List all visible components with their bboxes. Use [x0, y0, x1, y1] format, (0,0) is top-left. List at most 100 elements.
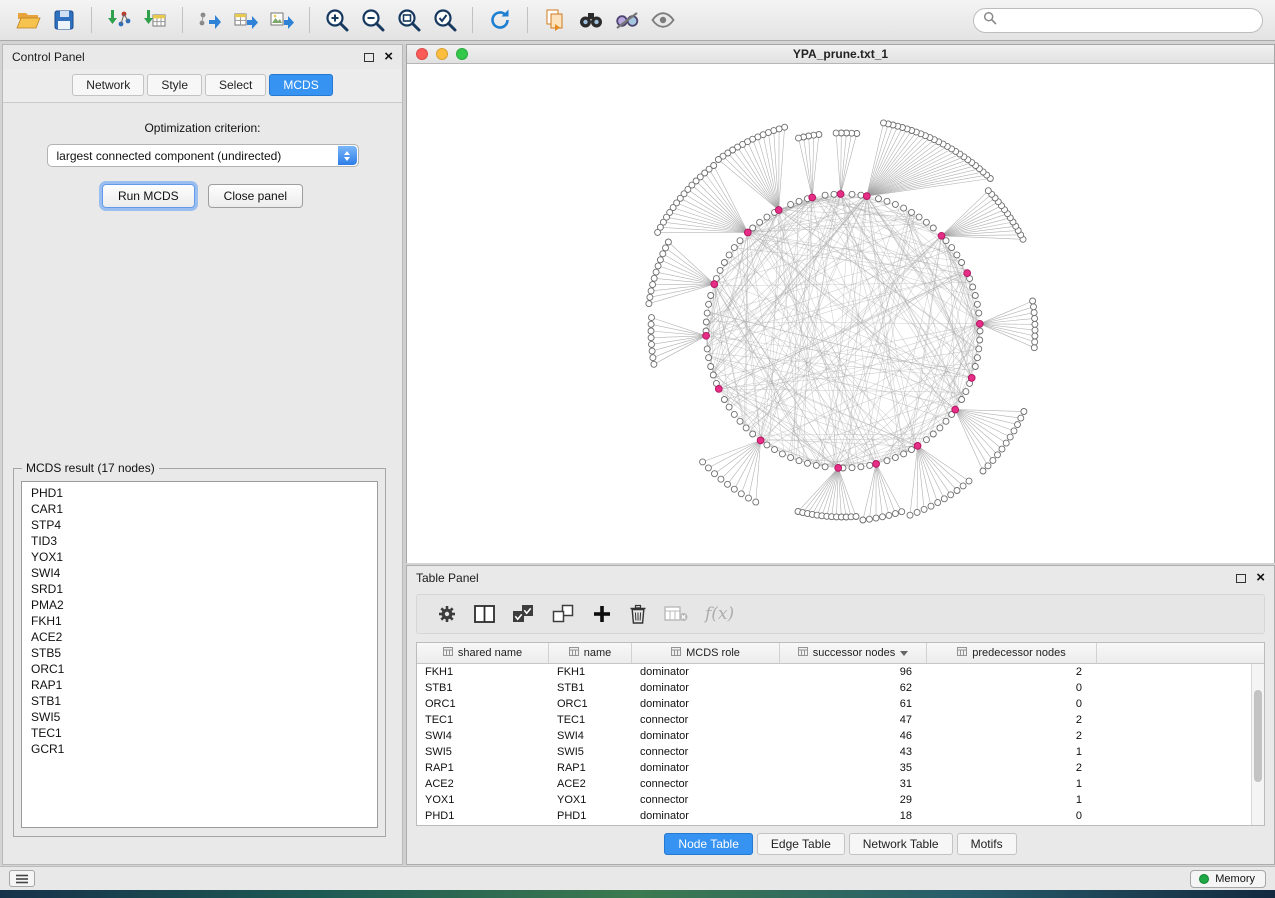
- result-list-item[interactable]: SWI4: [22, 565, 377, 581]
- result-list-item[interactable]: ACE2: [22, 629, 377, 645]
- network-titlebar[interactable]: YPA_prune.txt_1: [407, 45, 1274, 64]
- clone-network-icon[interactable]: [539, 4, 571, 36]
- import-network-icon[interactable]: [103, 4, 135, 36]
- table-cell: 0: [927, 698, 1097, 710]
- result-list-item[interactable]: TID3: [22, 533, 377, 549]
- table-row[interactable]: ORC1ORC1dominator610: [417, 696, 1264, 712]
- result-list-item[interactable]: STB5: [22, 645, 377, 661]
- mcds-result-list[interactable]: PHD1CAR1STP4TID3YOX1SWI4SRD1PMA2FKH1ACE2…: [21, 481, 378, 828]
- search-box[interactable]: [973, 8, 1263, 33]
- tab-network-table[interactable]: Network Table: [849, 833, 953, 855]
- table-bottom-tabs: Node TableEdge TableNetwork TableMotifs: [407, 833, 1274, 855]
- tab-motifs[interactable]: Motifs: [957, 833, 1017, 855]
- result-list-item[interactable]: YOX1: [22, 549, 377, 565]
- table-row[interactable]: FKH1FKH1dominator962: [417, 664, 1264, 680]
- network-canvas[interactable]: [407, 64, 1274, 563]
- table-cell: 1: [927, 778, 1097, 790]
- table-row[interactable]: TEC1TEC1connector472: [417, 712, 1264, 728]
- table-cell: 18: [780, 810, 927, 822]
- network-window-title: YPA_prune.txt_1: [793, 47, 888, 61]
- table-cell: RAP1: [549, 762, 632, 774]
- zoom-selected-icon[interactable]: [429, 4, 461, 36]
- add-column-icon[interactable]: [592, 604, 612, 624]
- export-table-icon[interactable]: [230, 4, 262, 36]
- result-list-item[interactable]: CAR1: [22, 501, 377, 517]
- result-list-item[interactable]: FKH1: [22, 613, 377, 629]
- tab-node-table[interactable]: Node Table: [664, 833, 753, 855]
- criterion-dropdown[interactable]: largest connected component (undirected): [47, 144, 359, 167]
- first-neighbors-icon[interactable]: [575, 4, 607, 36]
- table-toolbar: f(x): [416, 594, 1265, 634]
- zoom-in-icon[interactable]: [321, 4, 353, 36]
- table-row[interactable]: PHD1PHD1dominator180: [417, 808, 1264, 824]
- table-cell: RAP1: [417, 762, 549, 774]
- table-cell: SWI4: [549, 730, 632, 742]
- maximize-window-icon[interactable]: [456, 48, 468, 60]
- deselect-all-rows-icon[interactable]: [552, 604, 575, 624]
- hide-selected-icon[interactable]: [611, 4, 643, 36]
- tab-edge-table[interactable]: Edge Table: [757, 833, 845, 855]
- scrollbar-thumb[interactable]: [1254, 690, 1262, 782]
- result-list-item[interactable]: ORC1: [22, 661, 377, 677]
- table-cell: TEC1: [549, 714, 632, 726]
- result-list-item[interactable]: SRD1: [22, 581, 377, 597]
- result-list-item[interactable]: STP4: [22, 517, 377, 533]
- mcds-result-title: MCDS result (17 nodes): [22, 461, 159, 475]
- table-header: shared namenameMCDS rolesuccessor nodesp…: [417, 643, 1264, 664]
- save-session-icon[interactable]: [48, 4, 80, 36]
- select-all-rows-icon[interactable]: [512, 604, 535, 624]
- result-list-item[interactable]: GCR1: [22, 741, 377, 757]
- open-file-icon[interactable]: [12, 4, 44, 36]
- criterion-dropdown-value: largest connected component (undirected): [57, 149, 282, 163]
- table-cell: 2: [927, 714, 1097, 726]
- zoom-fit-icon[interactable]: [393, 4, 425, 36]
- export-network-icon[interactable]: [194, 4, 226, 36]
- table-row[interactable]: SWI5SWI5connector431: [417, 744, 1264, 760]
- zoom-out-icon[interactable]: [357, 4, 389, 36]
- dropdown-stepper-icon[interactable]: [338, 146, 357, 165]
- delete-column-icon[interactable]: [629, 604, 647, 625]
- tab-style[interactable]: Style: [147, 74, 202, 96]
- table-cell: 1: [927, 794, 1097, 806]
- close-panel-icon[interactable]: ×: [1256, 573, 1265, 583]
- result-list-item[interactable]: STB1: [22, 693, 377, 709]
- refresh-layout-icon[interactable]: [484, 4, 516, 36]
- minimize-window-icon[interactable]: [436, 48, 448, 60]
- close-panel-button[interactable]: Close panel: [208, 184, 303, 208]
- result-list-item[interactable]: RAP1: [22, 677, 377, 693]
- tab-network[interactable]: Network: [72, 74, 144, 96]
- tab-select[interactable]: Select: [205, 74, 266, 96]
- search-input[interactable]: [1003, 13, 1253, 27]
- table-row[interactable]: STB1STB1dominator620: [417, 680, 1264, 696]
- column-header-predecessor-nodes[interactable]: predecessor nodes: [927, 643, 1097, 663]
- column-header-successor-nodes[interactable]: successor nodes: [780, 643, 927, 663]
- column-header-shared-name[interactable]: shared name: [417, 643, 549, 663]
- show-column-icon[interactable]: [474, 605, 495, 623]
- show-all-icon[interactable]: [647, 4, 679, 36]
- column-header-MCDS-role[interactable]: MCDS role: [632, 643, 780, 663]
- tab-mcds[interactable]: MCDS: [269, 74, 332, 96]
- export-image-icon[interactable]: [266, 4, 298, 36]
- table-vertical-scrollbar[interactable]: [1251, 664, 1264, 825]
- close-window-icon[interactable]: [416, 48, 428, 60]
- memory-button[interactable]: Memory: [1190, 870, 1266, 888]
- table-row[interactable]: YOX1YOX1connector291: [417, 792, 1264, 808]
- table-row[interactable]: SWI4SWI4dominator462: [417, 728, 1264, 744]
- float-panel-icon[interactable]: [1236, 574, 1246, 583]
- table-row[interactable]: ACE2ACE2connector311: [417, 776, 1264, 792]
- table-cell: 43: [780, 746, 927, 758]
- result-list-item[interactable]: TEC1: [22, 725, 377, 741]
- result-list-item[interactable]: PHD1: [22, 485, 377, 501]
- run-mcds-button[interactable]: Run MCDS: [102, 184, 195, 208]
- close-panel-icon[interactable]: ×: [384, 52, 393, 62]
- panel-menu-button[interactable]: [9, 870, 35, 887]
- result-list-item[interactable]: PMA2: [22, 597, 377, 613]
- result-list-item[interactable]: SWI5: [22, 709, 377, 725]
- column-header-name[interactable]: name: [549, 643, 632, 663]
- table-cell: 2: [927, 730, 1097, 742]
- table-settings-gear-icon[interactable]: [437, 604, 457, 624]
- import-table-icon[interactable]: [139, 4, 171, 36]
- table-cell: FKH1: [549, 666, 632, 678]
- table-row[interactable]: RAP1RAP1dominator352: [417, 760, 1264, 776]
- float-panel-icon[interactable]: [364, 53, 374, 62]
